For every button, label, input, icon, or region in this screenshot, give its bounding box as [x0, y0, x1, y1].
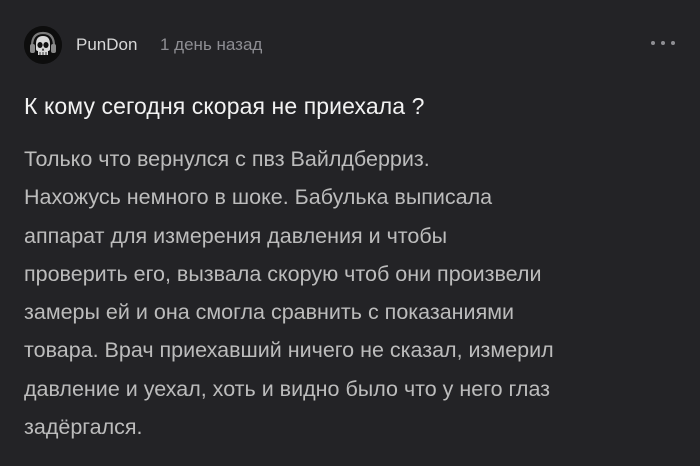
post-body-line: проверить его, вызвала скорую чтоб они п…	[24, 261, 542, 286]
menu-dot	[671, 41, 675, 45]
post-body-line: товара. Врач приехавший ничего не сказал…	[24, 338, 554, 363]
post-body-line: давление и уехал, хоть и видно было что …	[24, 376, 551, 401]
post-title[interactable]: К кому сегодня скорая не приехала ?	[24, 93, 676, 120]
post-body-line: Нахожусь немного в шоке. Бабулька выписа…	[24, 185, 493, 210]
menu-dot	[661, 41, 665, 45]
post-body-line: Только что вернулся с пвз Вайлдберриз.	[24, 147, 430, 171]
post-body: Только что вернулся с пвз Вайлдберриз. Н…	[24, 140, 684, 446]
menu-dot	[651, 41, 655, 45]
post-timestamp: 1 день назад	[160, 35, 263, 54]
skull-avatar-icon[interactable]	[24, 26, 62, 64]
post-card: PunDon 1 день назад К кому сегодня скора…	[0, 0, 700, 466]
post-body-line: задёргался.	[24, 415, 143, 440]
author-name[interactable]: PunDon	[76, 35, 137, 55]
post-body-line: аппарат для измерения давления и чтобы	[24, 223, 448, 248]
post-body-line: замеры ей и она смогла сравнить с показа…	[24, 300, 514, 325]
more-dots-icon[interactable]	[650, 32, 676, 54]
post-header: PunDon 1 день назад	[24, 26, 676, 66]
